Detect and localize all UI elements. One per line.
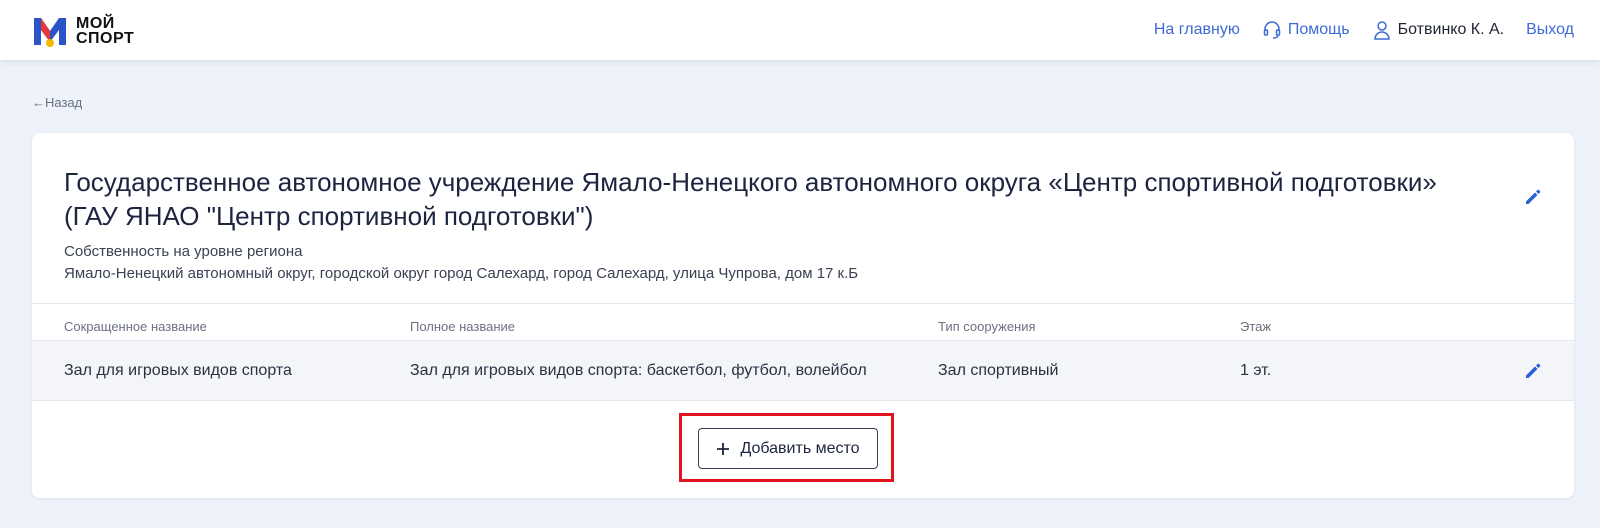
nav-home-link[interactable]: На главную	[1154, 21, 1240, 39]
cell-full-name: Зал для игровых видов спорта: баскетбол,…	[410, 362, 867, 379]
nav-help-link[interactable]: Помощь	[1262, 20, 1350, 40]
cell-structure-type: Зал спортивный	[938, 362, 1059, 379]
logo-line-2: СПОРТ	[76, 30, 135, 47]
logo[interactable]: МОЙ СПОРТ	[32, 15, 134, 47]
logo-text: МОЙ СПОРТ	[76, 15, 135, 47]
logout-label: Выход	[1526, 21, 1574, 38]
column-header-short-name: Сокращенное название	[64, 319, 207, 334]
user-name: Ботвинко К. А.	[1397, 21, 1505, 38]
organization-title: Государственное автономное учреждение Ям…	[64, 167, 1437, 231]
top-bar: МОЙ СПОРТ На главную Помощь Ботвинко К. …	[0, 0, 1600, 60]
header-nav: На главную Помощь Ботвинко К. А. Выход	[1132, 0, 1574, 60]
table-row[interactable]: Зал для игровых видов спорта Зал для игр…	[32, 340, 1574, 401]
headset-icon	[1263, 21, 1281, 39]
add-place-button[interactable]: Добавить место	[698, 428, 878, 469]
logo-icon	[34, 18, 66, 47]
column-header-floor: Этаж	[1240, 319, 1272, 334]
nav-home-label: На главную	[1153, 21, 1240, 38]
cell-floor: 1 эт.	[1240, 362, 1272, 379]
add-place-label: Добавить место	[740, 439, 860, 457]
organization-address: Ямало-Ненецкий автономный округ, городск…	[64, 265, 859, 282]
column-header-structure-type: Тип сооружения	[938, 319, 1036, 334]
organization-card: Государственное автономное учреждение Ям…	[32, 133, 1574, 498]
cell-short-name: Зал для игровых видов спорта	[64, 362, 292, 379]
edit-row-icon[interactable]	[1524, 362, 1542, 380]
back-link[interactable]: ←Назад	[32, 95, 82, 110]
edit-organization-icon[interactable]	[1524, 188, 1542, 206]
logo-line-1: МОЙ	[76, 15, 115, 32]
plus-icon	[717, 442, 730, 455]
nav-help-label: Помощь	[1287, 21, 1350, 38]
column-header-full-name: Полное название	[410, 319, 516, 334]
user-icon	[1373, 21, 1390, 40]
user-profile[interactable]: Ботвинко К. А.	[1372, 20, 1505, 40]
divider	[32, 303, 1574, 304]
logout-link[interactable]: Выход	[1526, 21, 1574, 39]
add-button-highlight: Добавить место	[679, 413, 894, 482]
ownership-level: Собственность на уровне региона	[64, 243, 303, 260]
